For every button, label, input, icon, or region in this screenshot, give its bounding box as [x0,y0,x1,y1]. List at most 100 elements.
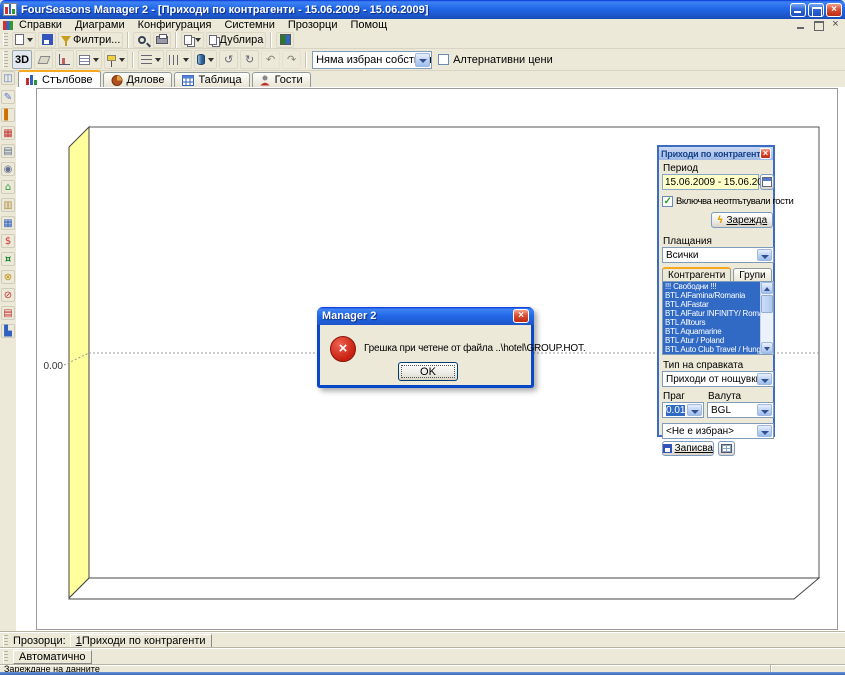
menu-diagrams[interactable]: Диаграми [75,19,125,31]
toolbar-grip[interactable] [3,51,8,68]
panel-title-bar[interactable]: Приходи по контрагенти × [659,147,773,160]
list-item[interactable]: BTL Alltours [663,318,760,327]
list-item[interactable]: BTL AlFastar [663,300,760,309]
combo-dropdown-icon[interactable] [757,249,772,261]
rotate-right-button[interactable]: ↻ [240,50,259,69]
mdi-restore-icon[interactable] [812,20,825,30]
include-guests-checkbox[interactable]: ✓ Включва неотпътували гости [662,196,793,207]
toolbar-grip[interactable] [3,651,8,663]
print-button[interactable] [153,32,171,48]
menu-system[interactable]: Системни [224,19,274,31]
cascade-windows-icon[interactable]: ◫ [1,71,15,85]
period-field[interactable]: 15.06.2009 - 15.06.2009 [662,174,759,190]
calendar-report-icon[interactable]: ▤ [1,144,15,158]
hotel-icon[interactable]: ⌂ [1,180,15,194]
save-report-button[interactable]: Записва [662,441,714,456]
toolbar-grip[interactable] [3,33,8,47]
contractors-listbox[interactable]: !!! Свободни !!! BTL AlFamina/Romania BT… [662,281,774,355]
filters-button[interactable]: Филтри... [58,32,123,48]
menu-configuration[interactable]: Конфигурация [138,19,212,31]
template-combobox[interactable]: <Не е избран> [662,423,774,439]
toolbar-grip[interactable] [3,635,8,647]
series-style-button[interactable] [194,50,217,69]
checkbox-unchecked-icon[interactable] [438,54,449,65]
dialog-title-bar[interactable]: Manager 2 × [317,307,534,325]
scroll-down-icon[interactable] [761,342,773,354]
undo-rotate-icon: ↶ [266,53,275,66]
axis-zero-label: 0.00 [44,361,64,372]
dialog-close-icon[interactable]: × [513,309,529,323]
void-payment-icon[interactable]: ⊗ [1,270,15,284]
currency-combobox[interactable]: BGL [707,402,774,418]
list-item[interactable]: BTL AlFamina/Romania [663,291,760,300]
horizontal-grid-button[interactable] [138,50,164,69]
list-scrollbar[interactable] [760,282,773,354]
void-charge-icon[interactable]: ⊘ [1,288,15,302]
menu-windows[interactable]: Прозорци [288,19,338,31]
mdi-minimize-icon[interactable] [795,20,808,30]
combo-dropdown-icon[interactable] [757,373,772,385]
list-item[interactable]: BTL Auto Club Travel / Hunga [663,345,760,354]
owner-combobox[interactable]: Няма избран собственици [312,51,432,69]
tab-bars[interactable]: Стълбове [18,70,101,87]
guests-icon[interactable]: ◉ [1,162,15,176]
duplicate-button[interactable]: Дублира [206,32,266,48]
list-item[interactable]: !!! Свободни !!! [663,282,760,291]
automatic-button[interactable]: Автоматично [13,650,92,664]
columns-report-icon[interactable]: ▥ [1,198,15,212]
panel-close-icon[interactable]: × [760,148,771,159]
revenue-icon[interactable]: $ [1,234,15,248]
dropdown-arrow-icon [27,38,33,42]
list-item-partial[interactable] [663,354,760,355]
chart-report-icon[interactable]: ▌ [1,108,15,122]
window-1-button[interactable]: 1 Приходи по контрагенти [70,634,212,648]
3d-toggle-button[interactable]: 3D [12,50,32,69]
combo-dropdown-icon[interactable] [687,404,702,416]
combo-dropdown-icon[interactable] [757,425,772,437]
guest-chart-icon[interactable]: ▙ [1,324,15,338]
new-report-button[interactable] [12,32,36,48]
scroll-thumb[interactable] [761,295,773,313]
restore-button-icon[interactable] [808,3,824,17]
print-preview-button[interactable] [133,32,151,48]
checkbox-checked-icon[interactable]: ✓ [662,196,673,207]
list-item[interactable]: BTL Atur / Poland [663,336,760,345]
minimize-button-icon[interactable] [790,3,806,17]
list-item[interactable]: BTL Aquamarine [663,327,760,336]
export-button[interactable] [276,32,294,48]
tab-groups[interactable]: Групи [733,268,771,282]
copy-button[interactable] [181,32,204,48]
list-item[interactable]: BTL AlFatur INFINITY/ Romani [663,309,760,318]
combo-dropdown-icon[interactable] [415,53,430,67]
tab-contractors[interactable]: Контрагенти [662,267,731,282]
grid-view-button[interactable] [718,441,735,456]
tab-pie[interactable]: Дялове [103,72,173,87]
close-button-icon[interactable]: × [826,3,842,17]
marks-button[interactable] [104,50,128,69]
combo-dropdown-icon[interactable] [757,404,772,416]
menu-help[interactable]: Помощ [350,19,387,31]
axis-labels-button[interactable] [55,50,74,69]
legend-button[interactable] [76,50,102,69]
ok-button[interactable]: OK [398,362,458,381]
calendar-button[interactable] [760,174,774,190]
payments-icon[interactable]: ¤ [1,252,15,266]
threshold-combobox[interactable]: 0.01 [662,402,704,418]
mdi-close-icon[interactable]: × [829,20,842,30]
tab-table[interactable]: Таблица [174,72,249,87]
scroll-up-icon[interactable] [761,282,773,294]
load-button[interactable]: ϟ Зарежда [711,212,773,228]
vertical-grid-button[interactable] [166,50,192,69]
occupancy-grid-icon[interactable]: ▦ [1,216,15,230]
save-button[interactable] [38,32,56,48]
tab-guests[interactable]: Гости [252,72,311,87]
menu-reports[interactable]: Справки [19,19,62,31]
alt-prices-checkbox[interactable]: Алтернативни цени [438,54,553,66]
guest-document-icon[interactable]: ▤ [1,306,15,320]
report-type-combobox[interactable]: Приходи от нощувки [662,371,774,387]
perspective-button[interactable] [34,50,53,69]
report-edit-icon[interactable]: ✎ [1,90,15,104]
rotate-left-button[interactable]: ↺ [219,50,238,69]
payments-combobox[interactable]: Всички [662,247,774,263]
calendar-icon[interactable]: ▦ [1,126,15,140]
